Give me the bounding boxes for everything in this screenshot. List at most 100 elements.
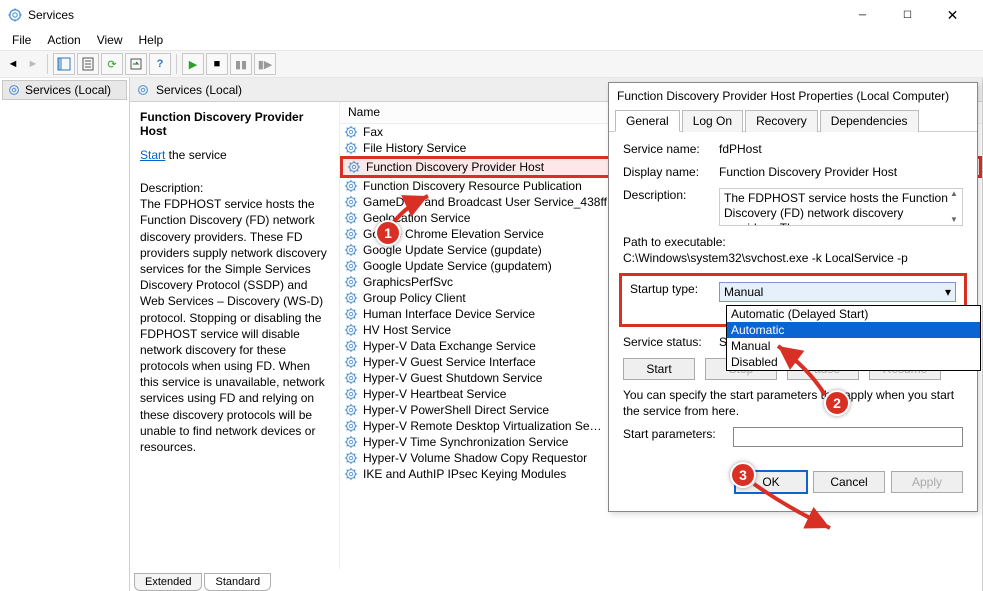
label-service-name: Service name:	[623, 142, 719, 156]
menu-help[interactable]: Help	[131, 31, 172, 49]
startup-type-dropdown[interactable]: Manual ▾	[719, 282, 956, 302]
tab-recovery[interactable]: Recovery	[745, 110, 818, 132]
desc-body: The FDPHOST service hosts the Function D…	[140, 196, 329, 455]
gear-icon	[344, 387, 358, 401]
description-panel: Function Discovery Provider Host Start t…	[130, 102, 340, 569]
arrow-annotation-3	[748, 478, 838, 538]
startup-option-delayed[interactable]: Automatic (Delayed Start)	[727, 306, 980, 322]
service-name: Group Policy Client	[363, 291, 466, 305]
desc-scrollbar[interactable]: ▲▼	[946, 189, 962, 225]
forward-button[interactable]: ►	[24, 53, 42, 75]
gear-icon	[344, 275, 358, 289]
startup-option-manual[interactable]: Manual	[727, 338, 980, 354]
startup-option-disabled[interactable]: Disabled	[727, 354, 980, 370]
window-title: Services	[28, 8, 840, 22]
menu-file[interactable]: File	[4, 31, 39, 49]
callout-2: 2	[824, 390, 850, 416]
stop-service-button[interactable]: ■	[206, 53, 228, 75]
gear-icon	[344, 339, 358, 353]
gear-icon	[344, 259, 358, 273]
gear-icon	[344, 243, 358, 257]
tab-standard[interactable]: Standard	[204, 573, 271, 591]
chevron-down-icon: ▾	[945, 285, 951, 299]
callout-3: 3	[730, 462, 756, 488]
menu-view[interactable]: View	[89, 31, 131, 49]
value-display-name: Function Discovery Provider Host	[719, 165, 963, 179]
label-description: Description:	[623, 188, 719, 226]
service-name: HV Host Service	[363, 323, 451, 337]
service-name: Hyper-V PowerShell Direct Service	[363, 403, 549, 417]
maximize-button[interactable]: ☐	[885, 0, 930, 30]
bottom-tabs: Extended Standard	[130, 569, 982, 591]
startup-type-value: Manual	[724, 285, 763, 299]
gear-icon	[344, 195, 358, 209]
service-name: Hyper-V Heartbeat Service	[363, 387, 506, 401]
gear-icon	[136, 83, 150, 97]
gear-icon	[344, 125, 358, 139]
tree-root[interactable]: Services (Local)	[2, 80, 127, 100]
gear-icon	[344, 403, 358, 417]
tree-root-label: Services (Local)	[25, 83, 111, 97]
startup-option-automatic[interactable]: Automatic	[727, 322, 980, 338]
gear-icon	[344, 371, 358, 385]
dialog-title: Function Discovery Provider Host Propert…	[609, 83, 977, 109]
service-name: Hyper-V Time Synchronization Service	[363, 435, 568, 449]
pause-service-button[interactable]: ▮▮	[230, 53, 252, 75]
apply-button: Apply	[891, 471, 963, 493]
back-button[interactable]: ◄	[4, 53, 22, 75]
start-suffix: the service	[165, 148, 226, 162]
tab-general[interactable]: General	[615, 110, 680, 132]
gear-icon	[7, 83, 21, 97]
service-name: IKE and AuthIP IPsec Keying Modules	[363, 467, 566, 481]
service-name: Google Update Service (gupdatem)	[363, 259, 552, 273]
tab-dependencies[interactable]: Dependencies	[820, 110, 919, 132]
service-name: Hyper-V Guest Shutdown Service	[363, 371, 542, 385]
show-hide-tree-button[interactable]	[53, 53, 75, 75]
middle-header-label: Services (Local)	[156, 83, 242, 97]
service-name: GraphicsPerfSvc	[363, 275, 453, 289]
service-name: Hyper-V Data Exchange Service	[363, 339, 536, 353]
menu-action[interactable]: Action	[39, 31, 88, 49]
gear-icon	[347, 160, 361, 174]
label-startup-type: Startup type:	[630, 282, 719, 302]
export-button[interactable]	[125, 53, 147, 75]
restart-service-button[interactable]: ▮▶	[254, 53, 276, 75]
service-name: Hyper-V Guest Service Interface	[363, 355, 536, 369]
label-path: Path to executable:	[623, 235, 963, 249]
tab-logon[interactable]: Log On	[682, 110, 743, 132]
value-service-name: fdPHost	[719, 142, 963, 156]
service-name: Human Interface Device Service	[363, 307, 535, 321]
callout-1: 1	[375, 220, 401, 246]
start-link[interactable]: Start	[140, 148, 165, 162]
minimize-button[interactable]: ─	[840, 0, 885, 30]
toolbar: ◄ ► ⟳ ? ▶ ■ ▮▮ ▮▶	[0, 50, 983, 78]
value-path: C:\Windows\system32\svchost.exe -k Local…	[623, 251, 963, 265]
gear-icon	[344, 323, 358, 337]
start-button[interactable]: Start	[623, 358, 695, 380]
app-icon	[8, 8, 22, 22]
gear-icon	[344, 467, 358, 481]
window-controls: ─ ☐ ✕	[840, 0, 975, 30]
service-name: Function Discovery Provider Host	[366, 160, 544, 174]
startup-section: Startup type: Manual ▾ Automatic (Delaye…	[619, 273, 967, 327]
label-display-name: Display name:	[623, 165, 719, 179]
refresh-button[interactable]: ⟳	[101, 53, 123, 75]
gear-icon	[344, 451, 358, 465]
properties-button[interactable]	[77, 53, 99, 75]
menubar: File Action View Help	[0, 30, 983, 50]
start-service-button[interactable]: ▶	[182, 53, 204, 75]
gear-icon	[344, 141, 358, 155]
gear-icon	[344, 419, 358, 433]
value-description: The FDPHOST service hosts the Function D…	[719, 188, 963, 226]
label-service-status: Service status:	[623, 335, 719, 349]
help-button[interactable]: ?	[149, 53, 171, 75]
start-params-input[interactable]	[733, 427, 963, 447]
titlebar: Services ─ ☐ ✕	[0, 0, 983, 30]
tab-extended[interactable]: Extended	[134, 573, 202, 591]
nav-tree: Services (Local)	[0, 78, 130, 591]
startup-dropdown-list: Automatic (Delayed Start) Automatic Manu…	[726, 305, 981, 371]
gear-icon	[344, 355, 358, 369]
close-button[interactable]: ✕	[930, 0, 975, 30]
service-name: File History Service	[363, 141, 466, 155]
service-name: Hyper-V Remote Desktop Virtualization Se…	[363, 419, 602, 433]
